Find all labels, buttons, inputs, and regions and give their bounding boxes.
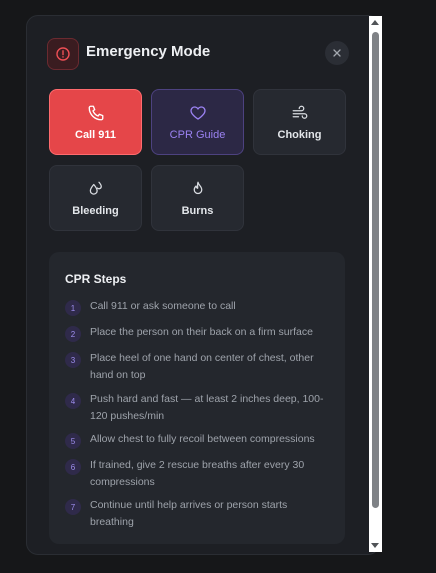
scrollbar-thumb[interactable]	[372, 32, 379, 508]
step-number: 2	[65, 326, 81, 342]
scroll-down-arrow-icon[interactable]	[371, 543, 379, 548]
burns-label: Burns	[181, 204, 214, 217]
heart-icon	[189, 105, 206, 120]
bleeding-label: Bleeding	[72, 204, 119, 217]
call-911-label: Call 911	[75, 128, 116, 141]
flame-icon	[193, 181, 202, 194]
close-button[interactable]	[325, 41, 349, 65]
step-number: 1	[65, 300, 81, 316]
bleeding-button[interactable]: Bleeding	[49, 165, 142, 231]
scroll-up-arrow-icon[interactable]	[371, 20, 379, 25]
alert-circle-icon	[47, 38, 79, 70]
panel-header: Emergency Mode	[47, 38, 357, 70]
choking-button[interactable]: Choking	[253, 89, 346, 155]
step-text: Continue until help arrives or person st…	[90, 499, 288, 528]
step-number: 3	[65, 352, 81, 368]
cpr-steps-title: CPR Steps	[65, 272, 127, 286]
vertical-scrollbar[interactable]	[369, 16, 382, 552]
step-text: Allow chest to fully recoil between comp…	[90, 433, 315, 445]
step-number: 5	[65, 433, 81, 449]
step-text: If trained, give 2 rescue breaths after …	[90, 459, 305, 488]
burns-button[interactable]: Burns	[151, 165, 244, 231]
phone-icon	[88, 105, 103, 120]
step-number: 6	[65, 459, 81, 475]
cpr-guide-button[interactable]: CPR Guide	[151, 89, 244, 155]
step-number: 4	[65, 393, 81, 409]
step-text: Place the person on their back on a firm…	[90, 326, 313, 338]
call-911-button[interactable]: Call 911	[49, 89, 142, 155]
choking-label: Choking	[277, 128, 322, 141]
droplets-icon	[89, 181, 102, 195]
page-title: Emergency Mode	[86, 43, 211, 60]
close-icon	[333, 49, 341, 57]
cpr-guide-label: CPR Guide	[169, 128, 226, 141]
cpr-steps-card: CPR Steps 1 Call 911 or ask someone to c…	[49, 252, 345, 544]
step-text: Call 911 or ask someone to call	[90, 300, 236, 312]
step-text: Push hard and fast — at least 2 inches d…	[90, 393, 324, 422]
emergency-panel: Emergency Mode Call 911 CPR Guide Chokin…	[26, 15, 380, 555]
step-number: 7	[65, 499, 81, 515]
step-text: Place heel of one hand on center of ches…	[90, 352, 314, 381]
wind-icon	[292, 105, 307, 119]
